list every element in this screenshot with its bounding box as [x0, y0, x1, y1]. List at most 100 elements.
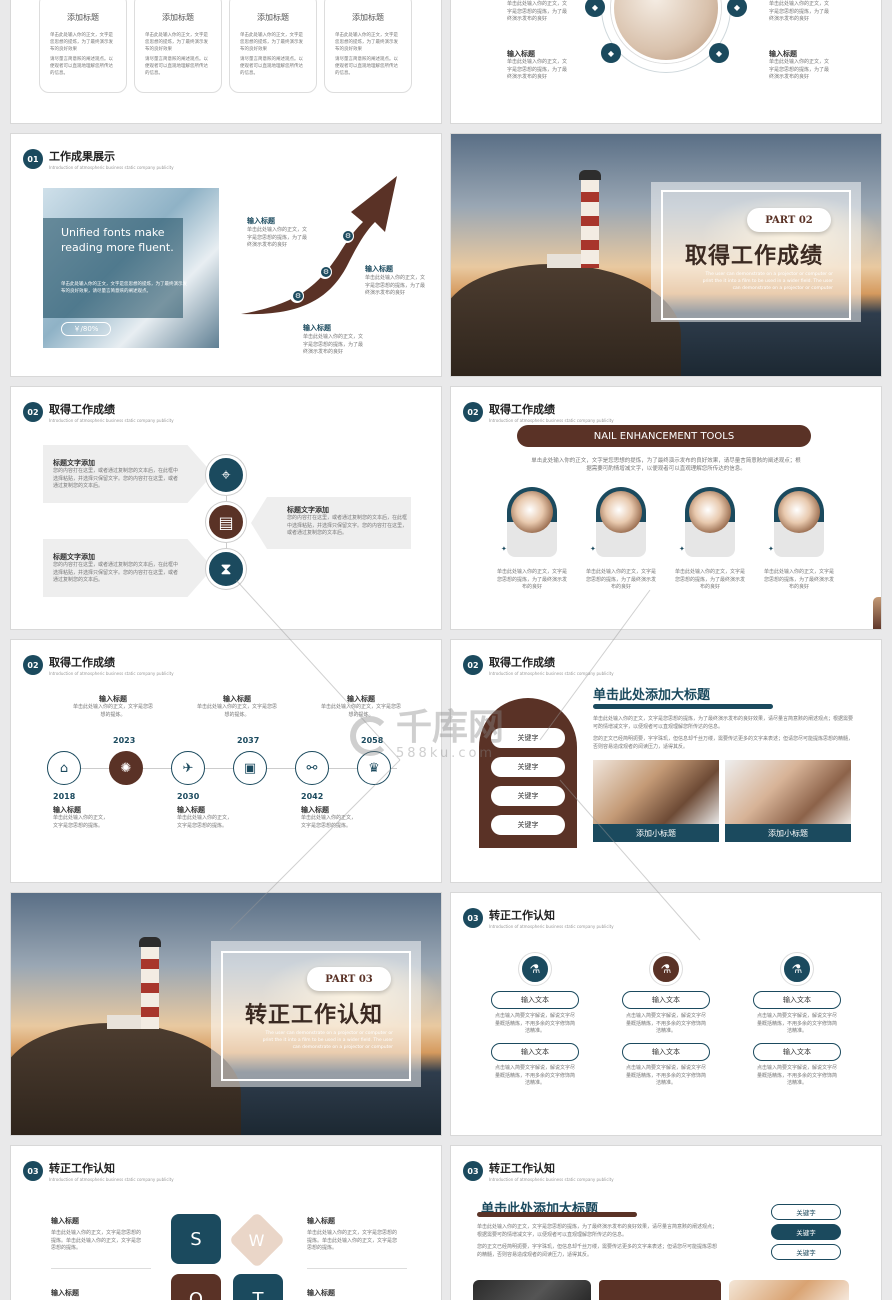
- slide-circle-photo[interactable]: ◆ ◆ ◆ ◆ 单击此处输入你的正文，文字是您思想的提炼，为了最终演示发布的良好…: [450, 0, 882, 124]
- slide-header: 03 转正工作认知 Introduction of atmospheric bus…: [463, 907, 614, 929]
- section-number: 03: [463, 1161, 483, 1181]
- card-text: 单击此处输入你的正文，文字是您思想的提炼，为了最终演示发布的良好效果: [50, 33, 113, 52]
- keyword-text: 关键字: [517, 763, 539, 771]
- slide-title: 工作成果展示: [49, 150, 115, 163]
- point-label: 输入标题: [247, 217, 275, 225]
- slide-subtitle: Introduction of atmospheric business sta…: [49, 671, 174, 676]
- slide-part02-cover[interactable]: PART 02 取得工作成绩 The user can demonstrate …: [450, 133, 882, 377]
- swot-label: 输入标题: [51, 1289, 79, 1297]
- slide-alt-arrows[interactable]: 02 取得工作成绩 Introduction of atmospheric bus…: [10, 386, 442, 630]
- photo-dark: [473, 1280, 591, 1300]
- left-top-text: 单击此处输入你的正文，文字是您思想的提炼，为了最终演示发布的良好: [507, 1, 568, 22]
- keyword-pill[interactable]: 关键字: [771, 1244, 841, 1260]
- body-para: 您的正文已经简明扼要，字字珠玑，但信息却千丝万缕，需要传达更多的文字来表述；但请…: [477, 1244, 718, 1258]
- text-pill[interactable]: 输入文本: [622, 1043, 710, 1061]
- orbit-icon: ◆: [709, 43, 729, 63]
- pill-text: 输入文本: [783, 1048, 811, 1056]
- separator: [51, 1268, 151, 1269]
- orbit-icon: ◆: [601, 43, 621, 63]
- sparkle-icon: ✦: [590, 545, 596, 553]
- keeper-house: [107, 1015, 141, 1029]
- slide-three-columns[interactable]: 03 转正工作认知 Introduction of atmospheric bus…: [450, 892, 882, 1136]
- slide-heading-keywords[interactable]: 03 转正工作认知 Introduction of atmospheric bus…: [450, 1145, 882, 1300]
- arch-text: 单击此处输入你的正文，文字是您思想的提炼，为了最终演示发布的良好: [586, 569, 657, 590]
- card-title: 添加标题: [67, 13, 99, 22]
- text-pill[interactable]: 输入文本: [753, 991, 841, 1009]
- slide-timeline[interactable]: 02 取得工作成绩 Introduction of atmospheric bus…: [10, 639, 442, 883]
- keyword-text: 关键字: [796, 1209, 816, 1217]
- text-pill[interactable]: 输入文本: [753, 1043, 841, 1061]
- slide-part03-cover[interactable]: PART 03 转正工作认知 The user can demonstrate …: [10, 892, 442, 1136]
- watermark-brand: 千库网: [396, 707, 505, 748]
- text-card: 添加标题 单击此处输入你的正文，文字是您思想的提炼，为了最终演示发布的良好效果 请尽…: [324, 0, 412, 93]
- swot-o: O: [171, 1274, 221, 1300]
- box-label: 标题文字添加: [53, 459, 95, 467]
- slide-title: 取得工作成绩: [49, 403, 115, 416]
- section-number: 02: [23, 402, 43, 422]
- intro-text: 单击此处输入你的正文，文字是您思想的提炼，为了最终演示发布的良好效果，请尽量言简…: [531, 458, 801, 473]
- gear-icon: ⚙: [321, 267, 331, 277]
- keyword-text: 关键字: [796, 1229, 816, 1237]
- lighthouse: [141, 945, 159, 1029]
- heading-underline: [593, 704, 773, 709]
- keyword-text: 关键字: [796, 1249, 816, 1257]
- point-label: 输入标题: [99, 695, 127, 703]
- keyword-pill[interactable]: 关键字: [491, 786, 565, 806]
- cliff: [11, 1023, 241, 1135]
- swot-t: T: [233, 1274, 283, 1300]
- part-label: PART 02: [765, 214, 813, 226]
- text-pill[interactable]: 输入文本: [622, 991, 710, 1009]
- slide-swot[interactable]: 03 转正工作认知 Introduction of atmospheric bus…: [10, 1145, 442, 1300]
- work-photo: Unified fonts make reading more fluent. …: [43, 188, 219, 348]
- slide-subtitle: Introduction of atmospheric business sta…: [489, 671, 614, 676]
- keyword-pill[interactable]: 关键字: [771, 1224, 841, 1240]
- slide-work-results[interactable]: 01 工作成果展示 Introduction of atmospheric bus…: [10, 133, 442, 377]
- box-text: 您的内容打在这里，或者通过复制您的文本后，在此框中选择粘贴，并选择只保留文字。您…: [287, 515, 408, 536]
- keyword-pill[interactable]: 关键字: [491, 815, 565, 835]
- text-pill[interactable]: 输入文本: [491, 991, 579, 1009]
- point-text: 单击此处输入你的正文，文字是您思想的提炼。: [197, 704, 278, 718]
- sparkle-icon: ✦: [501, 545, 507, 553]
- card-title: 添加标题: [352, 13, 384, 22]
- swot-label: 输入标题: [51, 1217, 79, 1225]
- slide-keywords-photos[interactable]: 02 取得工作成绩 Introduction of atmospheric bus…: [450, 639, 882, 883]
- timeline-line: [51, 768, 397, 769]
- right-text: 单击此处输入你的正文，文字是您思想的提炼，为了最终演示发布的良好: [769, 59, 830, 80]
- point-text: 单击此处输入你的正文，文字是您思想的提炼。: [73, 704, 154, 718]
- caption-bar: 添加小标题: [725, 824, 851, 842]
- swot-text: 单击此处输入你的正文，文字是您思想的提炼。单击此处输入你的正文，文字是您思想的提…: [51, 1230, 142, 1251]
- lighthouse: [581, 178, 599, 268]
- slide-header: 03 转正工作认知 Introduction of atmospheric bus…: [23, 1160, 174, 1182]
- column-text: 点击输入简要文字解说，解说文字尽量概括精炼，不用多余的文字修饰简洁精准。: [495, 1065, 576, 1086]
- cover-desc: The user can demonstrate on a projector …: [702, 272, 833, 291]
- heading-underline: [477, 1212, 637, 1217]
- point-label: 输入标题: [303, 324, 331, 332]
- point-text: 单击此处输入你的正文，文字是您思想的提炼。: [177, 815, 233, 829]
- card-title: 添加标题: [162, 13, 194, 22]
- slide-title: 取得工作成绩: [49, 656, 115, 669]
- slide-subtitle: Introduction of atmospheric business sta…: [49, 165, 174, 170]
- point-label: 输入标题: [301, 806, 329, 814]
- banner-text: NAIL ENHANCEMENT TOOLS: [593, 430, 735, 442]
- swot-label: 输入标题: [307, 1289, 335, 1297]
- slide-four-cards[interactable]: 添加标题 单击此处输入你的正文，文字是您思想的提炼，为了最终演示发布的良好效果 请尽…: [10, 0, 442, 124]
- year-label: 2030: [177, 792, 200, 801]
- year-label: 2042: [301, 792, 324, 801]
- slide-subtitle: Introduction of atmospheric business sta…: [49, 1177, 174, 1182]
- slide-header: 02 取得工作成绩 Introduction of atmospheric bus…: [463, 654, 614, 676]
- banner: NAIL ENHANCEMENT TOOLS: [517, 425, 811, 447]
- text-pill[interactable]: 输入文本: [491, 1043, 579, 1061]
- flask-icon: ⚗: [781, 953, 813, 985]
- cliff: [451, 264, 681, 376]
- section-heading: 单击此处添加大标题: [593, 688, 711, 703]
- left-text: 单击此处输入你的正文，文字是您思想的提炼，为了最终演示发布的良好: [507, 59, 568, 80]
- slide-nail-tools[interactable]: 02 取得工作成绩 Introduction of atmospheric bus…: [450, 386, 882, 630]
- keyword-pill[interactable]: 关键字: [771, 1204, 841, 1220]
- watermark: 千库网 588ku.com: [350, 710, 504, 761]
- slide-subtitle: Introduction of atmospheric business sta…: [489, 418, 614, 423]
- swot-text: 单击此处输入你的正文，文字是您思想的提炼。单击此处输入你的正文，文字是您思想的提…: [307, 1230, 398, 1251]
- cover-desc: The user can demonstrate on a projector …: [262, 1031, 393, 1050]
- caption-text: 添加小标题: [768, 828, 808, 838]
- section-number: 03: [23, 1161, 43, 1181]
- part-label: PART 03: [325, 973, 373, 985]
